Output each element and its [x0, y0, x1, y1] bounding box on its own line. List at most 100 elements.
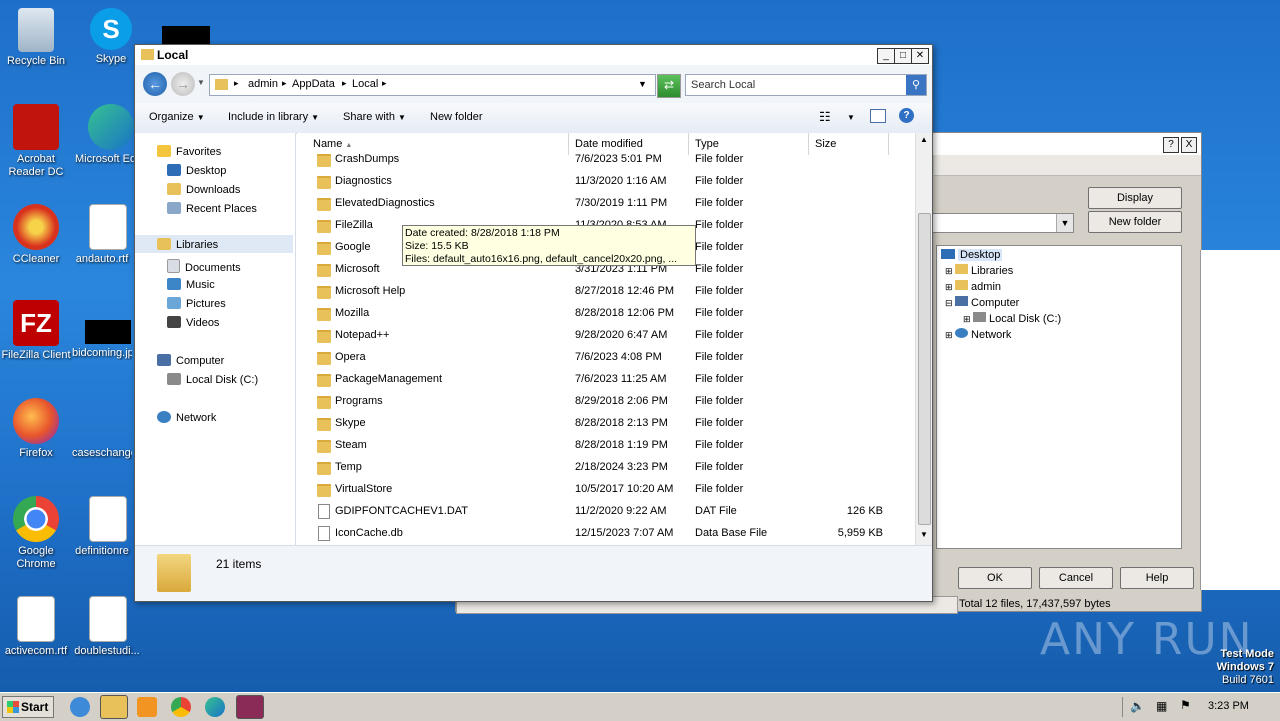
file-row[interactable]: Notepad++ 9/28/2020 6:47 AM File folder — [297, 324, 897, 346]
nav-computer[interactable]: Computer — [157, 354, 224, 367]
desktop-icon-chrome[interactable]: Google Chrome — [0, 496, 72, 571]
chevron-down-icon[interactable]: ▼ — [847, 113, 855, 122]
desktop-icon-ccleaner[interactable]: CCleaner — [0, 204, 72, 266]
cancel-button[interactable]: Cancel — [1039, 567, 1113, 589]
file-row[interactable]: Microsoft Help 8/27/2018 12:46 PM File fol… — [297, 280, 897, 302]
file-row[interactable]: Programs 8/29/2018 2:06 PM File folder — [297, 390, 897, 412]
cell-date: 9/28/2020 6:47 AM — [575, 329, 668, 341]
media-player-icon[interactable] — [137, 697, 157, 717]
help-button[interactable]: Help — [1120, 567, 1194, 589]
folder-tooltip: Date created: 8/28/2018 1:18 PM Size: 15… — [402, 225, 696, 266]
file-row[interactable]: PackageManagement 7/6/2023 11:25 AM File f… — [297, 368, 897, 390]
new-folder-button[interactable]: New folder — [1088, 211, 1182, 233]
close-button[interactable]: ✕ — [911, 48, 929, 64]
tree-local-disk[interactable]: ⊞ Local Disk (C:) — [963, 311, 1061, 327]
refresh-button[interactable]: ⇄ — [657, 74, 681, 98]
cell-type: File folder — [695, 329, 744, 341]
file-row[interactable]: Opera 7/6/2023 4:08 PM File folder — [297, 346, 897, 368]
image-file-icon — [85, 320, 131, 344]
file-row[interactable]: ElevatedDiagnostics 7/30/2019 1:11 PM File… — [297, 192, 897, 214]
cell-type: File folder — [695, 417, 744, 429]
folder-tree: Desktop ⊞ Libraries ⊞ admin ⊟ Computer ⊞… — [936, 245, 1182, 549]
scroll-down-arrow-icon[interactable]: ▼ — [918, 530, 930, 542]
ok-button[interactable]: OK — [958, 567, 1032, 589]
file-row[interactable]: VirtualStore 10/5/2017 10:20 AM File folde… — [297, 478, 897, 500]
desktop-icon-firefox[interactable]: Firefox — [0, 398, 72, 460]
search-box[interactable]: Search Local ⚲ — [685, 74, 927, 96]
address-field[interactable]: ▸ admin ▸ AppData ▸ Local ▸ ▼ — [209, 74, 656, 96]
nav-videos[interactable]: Videos — [167, 316, 219, 329]
share-with-button[interactable]: Share with ▼ — [343, 111, 406, 123]
file-row[interactable]: Diagnostics 11/3/2020 1:16 AM File folder — [297, 170, 897, 192]
nav-documents[interactable]: Documents — [167, 259, 241, 274]
file-icon — [318, 504, 330, 519]
desktop-icon-doublestudi[interactable]: doublestudi... — [72, 596, 144, 658]
scroll-thumb[interactable] — [918, 213, 931, 525]
nav-recent-places[interactable]: Recent Places — [167, 202, 257, 215]
refresh-icon: ⇄ — [663, 78, 675, 92]
ie-icon[interactable] — [70, 697, 90, 717]
network-tray-icon[interactable]: ▦ — [1156, 699, 1167, 713]
desktop-icon-activecom[interactable]: activecom.rtf — [0, 596, 72, 658]
file-icon — [85, 398, 131, 444]
forward-button[interactable]: → — [171, 72, 195, 96]
breadcrumb-local[interactable]: Local — [352, 78, 378, 90]
tree-computer[interactable]: ⊟ Computer — [945, 295, 1019, 311]
desktop-icon-recycle-bin[interactable]: Recycle Bin — [0, 8, 72, 68]
vertical-scrollbar[interactable]: ▲ ▼ — [915, 133, 932, 545]
nav-favorites[interactable]: Favorites — [157, 145, 221, 158]
view-options-icon[interactable]: ☷ — [819, 109, 831, 125]
file-row[interactable]: Steam 8/28/2018 1:19 PM File folder — [297, 434, 897, 456]
breadcrumb-admin[interactable]: admin — [248, 78, 278, 90]
disk-icon — [167, 373, 181, 385]
flag-icon[interactable]: ⚑ — [1180, 698, 1191, 712]
tree-admin[interactable]: ⊞ admin — [945, 279, 1001, 295]
chevron-down-icon[interactable]: ▼ — [638, 79, 647, 89]
back-button[interactable]: ← — [143, 72, 167, 96]
help-titlebar-button[interactable]: ? — [1163, 137, 1179, 153]
pictures-icon — [167, 297, 181, 309]
nav-pictures[interactable]: Pictures — [167, 297, 226, 310]
desktop-icon-acrobat[interactable]: Acrobat Reader DC — [0, 104, 72, 179]
help-icon[interactable]: ? — [899, 108, 914, 123]
chrome-taskbar-icon[interactable] — [171, 697, 191, 717]
tree-desktop[interactable]: Desktop — [941, 247, 1003, 263]
dialog-strip — [934, 155, 1201, 176]
nav-downloads[interactable]: Downloads — [167, 183, 240, 196]
search-icon[interactable]: ⚲ — [906, 75, 926, 95]
nav-music[interactable]: Music — [167, 278, 215, 291]
desktop-icon-filezilla[interactable]: FZ FileZilla Client — [0, 300, 72, 362]
preview-pane-icon[interactable] — [870, 109, 886, 123]
file-row[interactable]: GDIPFONTCACHEV1.DAT 11/2/2020 9:22 AM DAT … — [297, 500, 897, 522]
edge-taskbar-icon[interactable] — [205, 697, 225, 717]
speaker-icon[interactable]: 🔈 — [1130, 699, 1145, 713]
file-row[interactable]: IconCache.db 12/15/2023 7:07 AM Data Base … — [297, 522, 897, 544]
close-titlebar-button[interactable]: X — [1181, 137, 1197, 153]
nav-libraries[interactable]: Libraries — [135, 235, 293, 253]
file-list: Name ▲ Date modified Type Size CrashDump… — [297, 133, 915, 545]
clock[interactable]: 3:23 PM — [1208, 700, 1249, 712]
start-button[interactable]: Start — [2, 696, 54, 718]
nav-desktop[interactable]: Desktop — [167, 164, 226, 177]
display-button[interactable]: Display — [1088, 187, 1182, 209]
include-in-library-button[interactable]: Include in library ▼ — [228, 111, 319, 123]
winrar-taskbar-icon[interactable] — [236, 695, 264, 719]
scroll-up-arrow-icon[interactable]: ▲ — [918, 135, 930, 147]
file-row[interactable]: CrashDumps 7/6/2023 5:01 PM File folder — [297, 148, 897, 170]
cell-name: Microsoft — [335, 263, 380, 275]
history-dropdown[interactable]: ▼ — [197, 78, 205, 87]
file-row[interactable]: Mozilla 8/28/2018 12:06 PM File folder — [297, 302, 897, 324]
minimize-button[interactable]: _ — [877, 48, 895, 64]
nav-local-disk[interactable]: Local Disk (C:) — [167, 373, 258, 386]
tree-libraries[interactable]: ⊞ Libraries — [945, 263, 1013, 279]
new-folder-button[interactable]: New folder — [430, 111, 483, 123]
maximize-button[interactable]: □ — [894, 48, 912, 64]
explorer-taskbar-icon[interactable] — [100, 695, 128, 719]
file-row[interactable]: Temp 2/18/2024 3:23 PM File folder — [297, 456, 897, 478]
path-combo[interactable]: ▼ — [932, 213, 1074, 233]
file-row[interactable]: Skype 8/28/2018 2:13 PM File folder — [297, 412, 897, 434]
organize-button[interactable]: Organize ▼ — [149, 111, 205, 123]
nav-network[interactable]: Network — [157, 411, 216, 424]
tree-network[interactable]: ⊞ Network — [945, 327, 1011, 343]
breadcrumb-appdata[interactable]: AppData — [292, 78, 335, 90]
